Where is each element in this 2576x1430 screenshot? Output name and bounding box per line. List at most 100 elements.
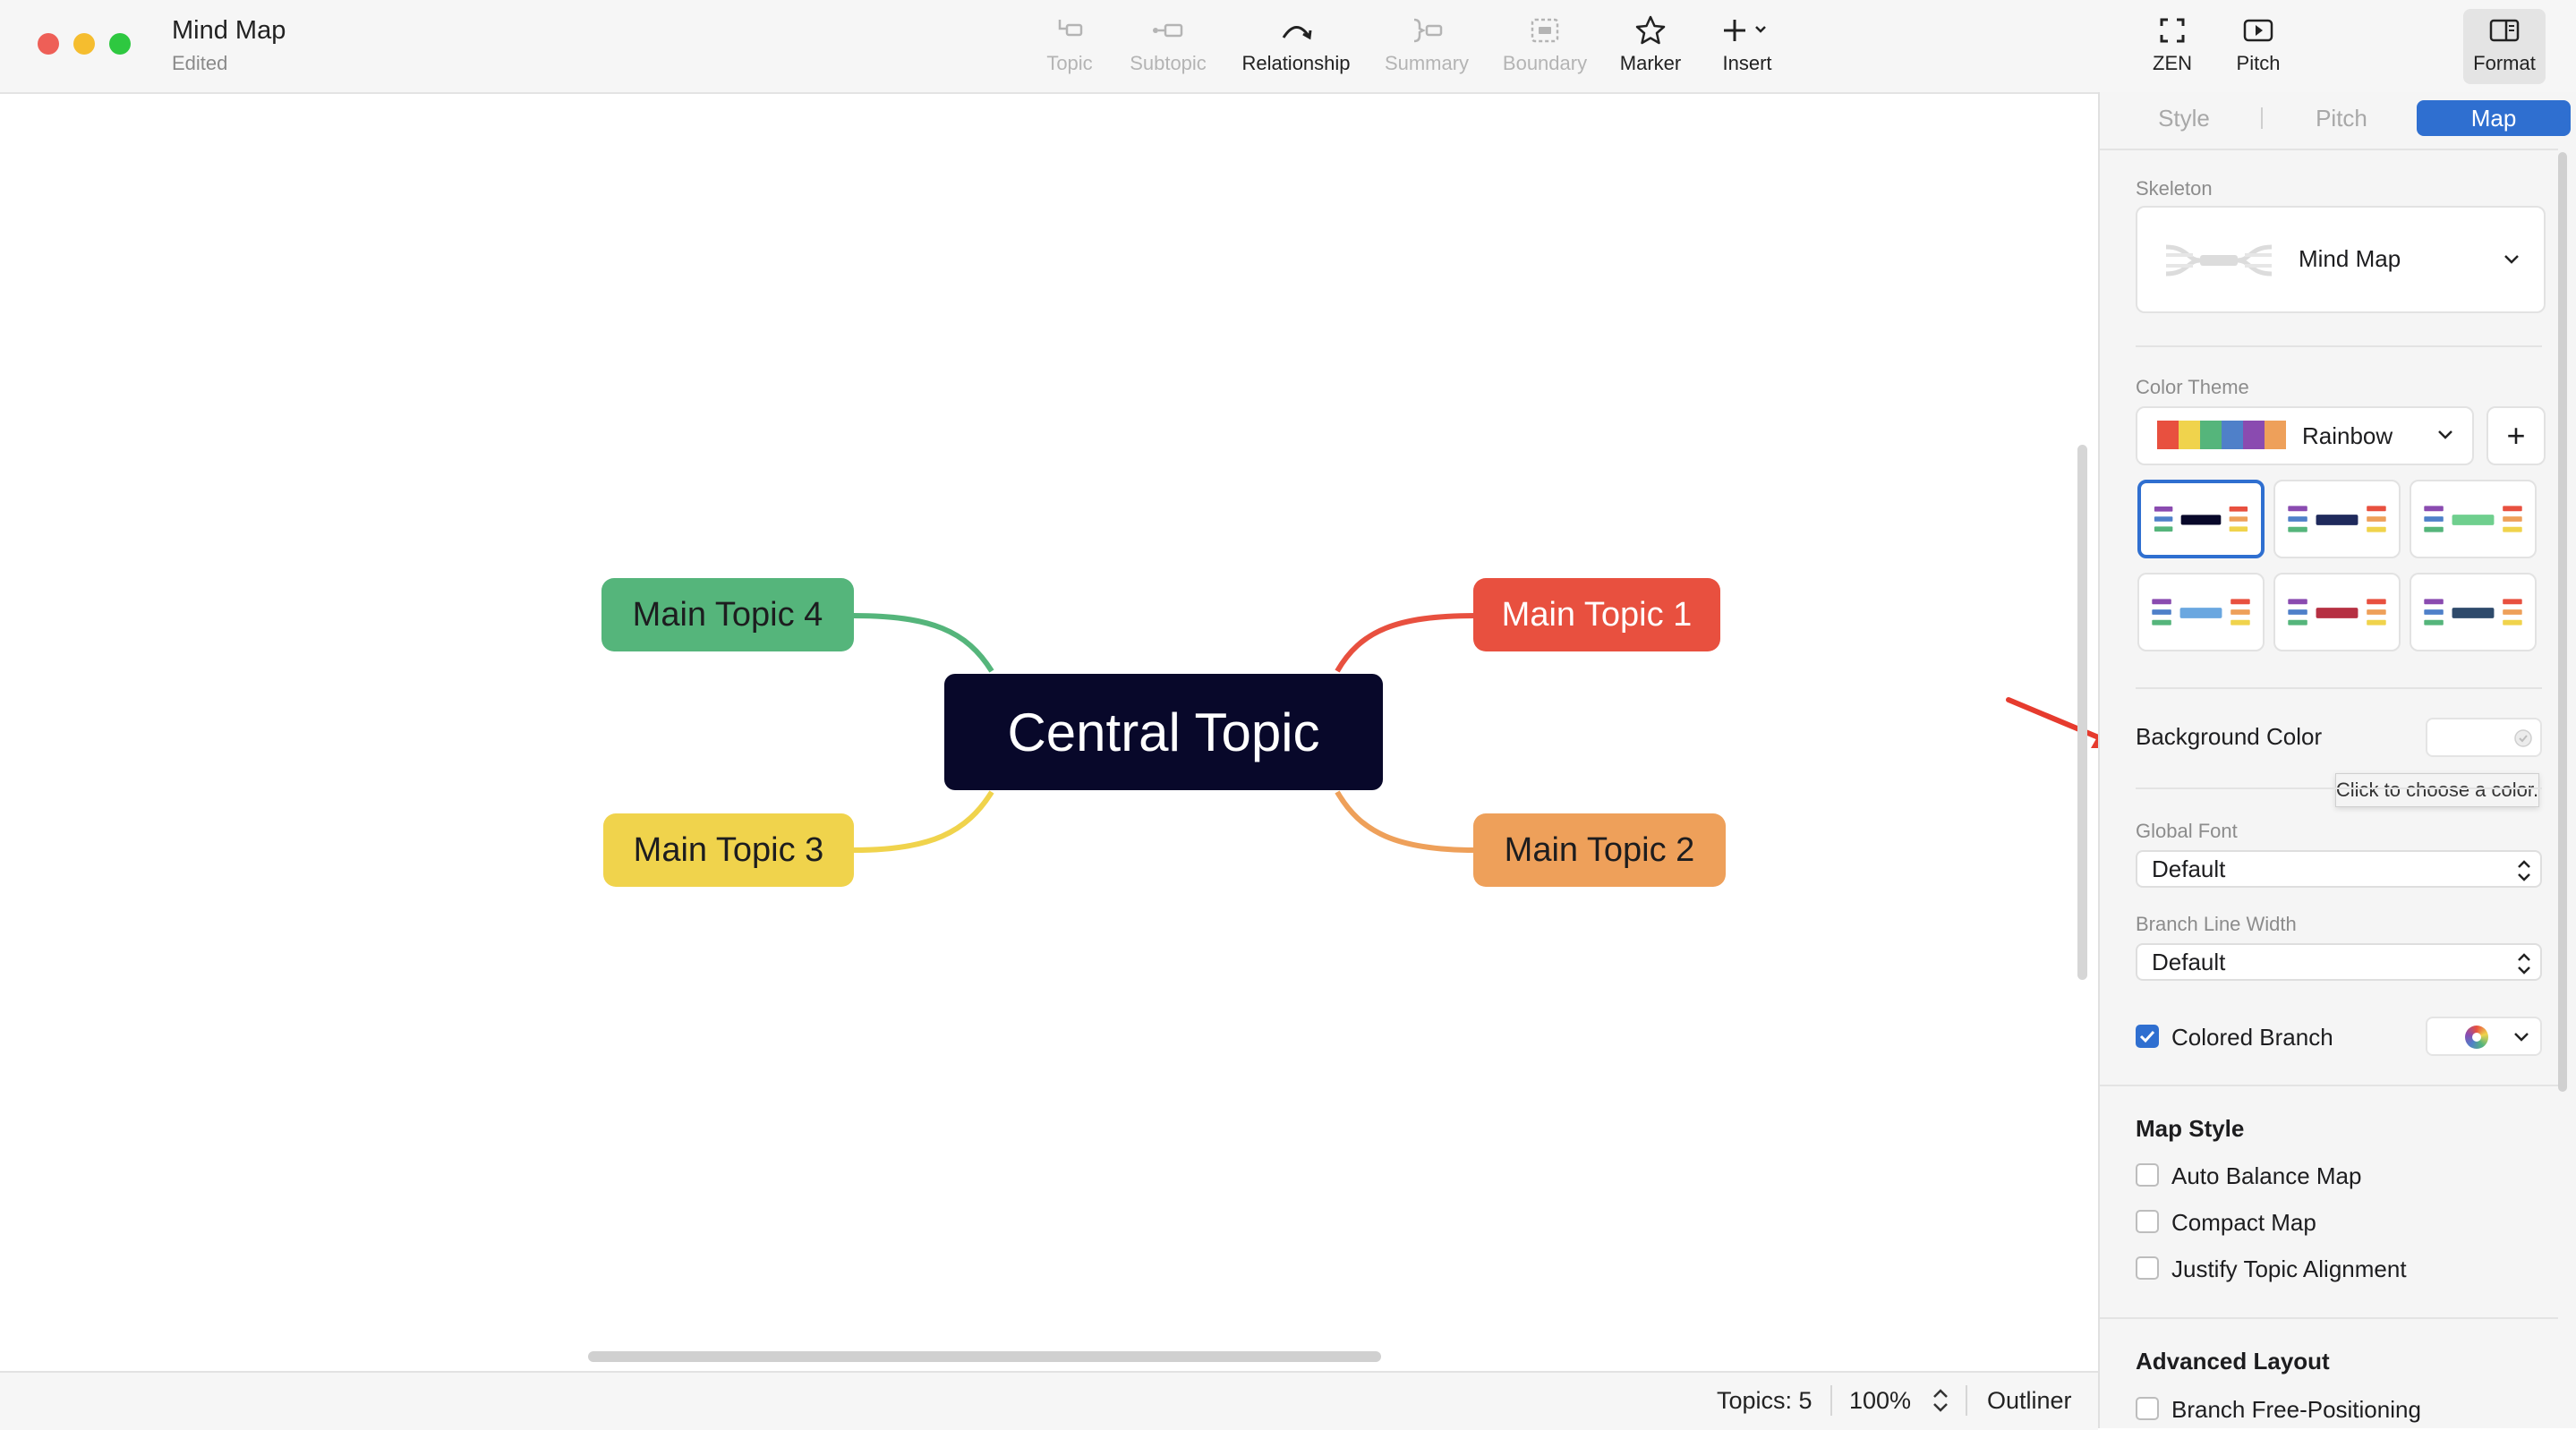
theme-thumbnail[interactable] — [2137, 480, 2265, 558]
tab-map[interactable]: Map — [2417, 100, 2571, 136]
theme-thumbnail[interactable] — [2273, 573, 2401, 651]
theme-swatch-color — [2200, 421, 2222, 449]
summary-icon — [1413, 18, 1443, 43]
main-topic-4[interactable]: Main Topic 4 — [601, 578, 854, 651]
compact-map-checkbox[interactable] — [2136, 1210, 2159, 1233]
zoom-window-button[interactable] — [109, 33, 131, 55]
boundary-button[interactable]: Boundary — [1497, 13, 1593, 81]
pitch-label: Pitch — [2236, 52, 2281, 74]
relationship-label: Relationship — [1241, 52, 1351, 74]
branch-color-picker[interactable] — [2426, 1017, 2542, 1056]
theme-thumbnail[interactable] — [2137, 573, 2265, 651]
colored-branch-checkbox[interactable] — [2136, 1025, 2159, 1048]
chevron-down-icon — [2514, 1033, 2529, 1042]
main-topic-1[interactable]: Main Topic 1 — [1473, 578, 1720, 651]
zen-button[interactable]: ZEN — [2136, 13, 2209, 81]
marker-button[interactable]: Marker — [1611, 13, 1690, 81]
marker-label: Marker — [1619, 52, 1682, 74]
background-color-well[interactable] — [2426, 718, 2542, 757]
advanced-layout-heading: Advanced Layout — [2136, 1348, 2330, 1375]
theme-thumbnail[interactable] — [2273, 480, 2401, 558]
status-divider — [1966, 1385, 1967, 1416]
branch-line-topic-2 — [1335, 790, 1476, 853]
main-topic-3[interactable]: Main Topic 3 — [603, 813, 854, 887]
subtopic-button[interactable]: Subtopic — [1119, 13, 1217, 81]
skeleton-label: Skeleton — [2136, 177, 2213, 200]
panel-divider — [2100, 1317, 2558, 1319]
relationship-button[interactable]: Relationship — [1233, 13, 1359, 81]
add-theme-button[interactable]: + — [2486, 406, 2546, 465]
theme-preview-icon — [2288, 599, 2386, 626]
branch-line-width-value: Default — [2152, 948, 2226, 975]
justify-topic-alignment-label: Justify Topic Alignment — [2171, 1256, 2407, 1282]
summary-button[interactable]: Summary — [1378, 13, 1475, 81]
boundary-label: Boundary — [1502, 52, 1588, 74]
outliner-button[interactable]: Outliner — [1987, 1387, 2072, 1415]
theme-swatch-color — [2243, 421, 2265, 449]
branch-free-positioning-label: Branch Free-Positioning — [2171, 1396, 2421, 1423]
zoom-stepper-icon[interactable] — [1930, 1385, 1951, 1416]
toolbar: Mind Map Edited Topic Subtopic Relations… — [0, 0, 2576, 94]
skeleton-selector[interactable]: Mind Map — [2136, 206, 2546, 313]
horizontal-scrollbar[interactable] — [588, 1351, 1381, 1362]
insert-button[interactable]: Insert — [1708, 13, 1787, 81]
zoom-level[interactable]: 100% — [1849, 1387, 1911, 1415]
auto-balance-map-checkbox[interactable] — [2136, 1163, 2159, 1187]
tab-pitch[interactable]: Pitch — [2288, 100, 2395, 136]
background-color-tooltip: Click to choose a color. — [2335, 773, 2539, 807]
compact-map-label: Compact Map — [2171, 1209, 2316, 1236]
relationship-icon — [1282, 26, 1312, 40]
topic-button[interactable]: Topic — [1029, 13, 1110, 81]
theme-swatch-color — [2157, 421, 2179, 449]
theme-thumbnail[interactable] — [2410, 480, 2537, 558]
color-theme-selector[interactable]: Rainbow — [2136, 406, 2474, 465]
theme-preview-icon — [2152, 599, 2250, 626]
branch-line-width-label: Branch Line Width — [2136, 913, 2297, 935]
zen-label: ZEN — [2153, 52, 2192, 74]
tab-style[interactable]: Style — [2130, 100, 2238, 136]
mind-map-canvas[interactable]: Central Topic Main Topic 1 Main Topic 2 … — [0, 94, 2071, 1342]
boundary-icon — [1531, 18, 1559, 43]
theme-swatch-color — [2179, 421, 2201, 449]
minimize-window-button[interactable] — [73, 33, 95, 55]
branch-line-topic-1 — [1335, 613, 1476, 673]
color-theme-value: Rainbow — [2302, 422, 2393, 449]
auto-balance-map-label: Auto Balance Map — [2171, 1162, 2362, 1189]
tab-divider — [2261, 107, 2263, 129]
theme-thumbnail[interactable] — [2410, 573, 2537, 651]
global-font-label: Global Font — [2136, 820, 2238, 842]
branch-line-width-select[interactable]: Default — [2136, 943, 2542, 981]
topic-label: Topic — [1046, 52, 1093, 74]
summary-label: Summary — [1384, 52, 1470, 74]
theme-swatch-color — [2222, 421, 2244, 449]
color-theme-label: Color Theme — [2136, 376, 2249, 398]
justify-topic-alignment-checkbox[interactable] — [2136, 1256, 2159, 1280]
central-topic[interactable]: Central Topic — [944, 674, 1383, 790]
updown-chevron-icon — [2518, 953, 2530, 975]
chevron-down-icon — [2438, 430, 2452, 439]
document-status: Edited — [172, 52, 228, 74]
mind-map-skeleton-icon — [2165, 244, 2273, 277]
branch-line-topic-3 — [853, 790, 994, 853]
main-topic-2[interactable]: Main Topic 2 — [1473, 813, 1726, 887]
skeleton-value: Mind Map — [2299, 245, 2401, 272]
chevron-down-icon — [2504, 255, 2519, 264]
panel-divider — [2136, 345, 2542, 347]
map-style-heading: Map Style — [2136, 1115, 2245, 1142]
branch-free-positioning-checkbox[interactable] — [2136, 1397, 2159, 1420]
format-button[interactable]: Format — [2463, 9, 2546, 84]
format-label: Format — [2473, 52, 2536, 74]
theme-preview-icon — [2288, 506, 2386, 532]
document-title: Mind Map — [172, 16, 286, 45]
panel-divider — [2100, 149, 2558, 150]
close-window-button[interactable] — [38, 33, 59, 55]
updown-chevron-icon — [2518, 860, 2530, 881]
play-icon — [2243, 19, 2273, 42]
pitch-button[interactable]: Pitch — [2222, 13, 2295, 81]
vertical-scrollbar[interactable] — [2077, 445, 2087, 980]
global-font-select[interactable]: Default — [2136, 850, 2542, 888]
panel-divider — [2136, 687, 2542, 689]
plus-icon — [1724, 20, 1766, 41]
theme-preview-icon — [2154, 506, 2248, 532]
panel-scrollbar[interactable] — [2558, 152, 2567, 1092]
